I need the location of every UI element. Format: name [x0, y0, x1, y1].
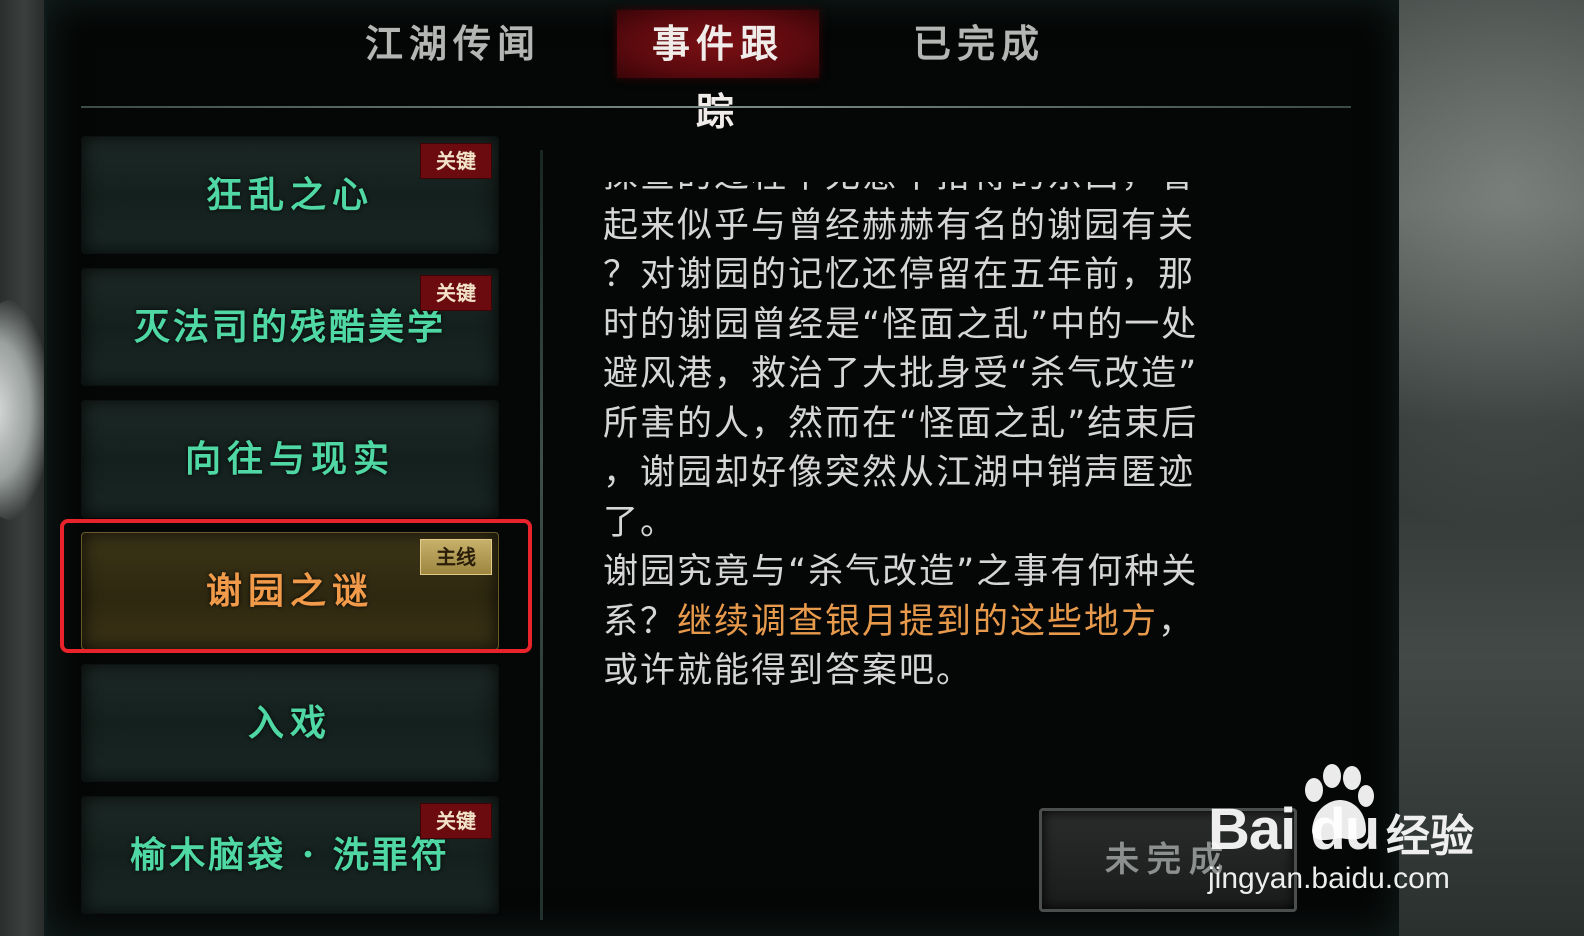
baidu-watermark: Bai du 经验 jingyan.baidu.com: [1200, 760, 1500, 900]
description-line: 谢园究竟与“杀气改造”之事有何种关: [603, 552, 1199, 592]
quest-item-xiangwang[interactable]: 向往与现实: [81, 400, 499, 518]
description-line: 或许就能得到答案吧。: [603, 651, 974, 691]
description-line: 系？继续调查银月提到的这些地方，: [603, 598, 1293, 648]
paw-icon: [1305, 764, 1374, 841]
tab-divider: [81, 106, 1351, 108]
description-line: ，谢园却好像突然从江湖中销声匿迹: [603, 453, 1196, 493]
tab-bar: 江湖传闻 事件跟踪 已完成: [47, 0, 1399, 134]
baidu-url-text: jingyan.baidu.com: [1208, 862, 1450, 895]
description-text: 系？: [603, 601, 678, 642]
tab-completed[interactable]: 已完成: [909, 10, 1049, 78]
key-tag: 关键: [420, 275, 492, 311]
description-line: 起来似乎与曾经赫赫有名的谢园有关: [603, 205, 1196, 246]
panel-divider: [540, 150, 543, 920]
description-line: 了。: [603, 502, 678, 543]
description-line: 探查的过程中无意中拾得的东西，看: [603, 182, 1293, 202]
description-line: 所害的人，然而在“怪面之乱”结束后: [603, 403, 1199, 444]
description-line: 时的谢园曾经是“怪面之乱”中的一处: [603, 304, 1199, 345]
description-line: 避风港，救治了大批身受“杀气改造”: [603, 354, 1199, 394]
tab-event-tracking[interactable]: 事件跟踪: [617, 10, 819, 134]
selection-highlight-frame: [60, 519, 532, 653]
quest-item-yumu[interactable]: 榆木脑袋 · 洗罪符 关键: [81, 796, 499, 914]
quest-log-panel: 江湖传闻 事件跟踪 已完成 狂乱之心 关键 灭法司的残酷美学 关键 向往与现实 …: [44, 0, 1399, 936]
description-line: ？对谢园的记忆还停留在五年前，那: [603, 255, 1196, 295]
quest-label: 入戏: [247, 702, 332, 744]
quest-label: 向往与现实: [184, 438, 395, 480]
quest-item-ruxi[interactable]: 入戏: [81, 664, 499, 782]
objective-hint-text: 继续调查银月提到的这些地方: [677, 601, 1159, 642]
quest-item-kuangluan[interactable]: 狂乱之心 关键: [81, 136, 499, 254]
description-text: ，: [1158, 601, 1196, 642]
key-tag: 关键: [420, 143, 492, 179]
quest-item-miefasi[interactable]: 灭法司的残酷美学 关键: [81, 268, 499, 386]
quest-description[interactable]: 探查的过程中无意中拾得的东西，看 起来似乎与曾经赫赫有名的谢园有关 ？对谢园的记…: [603, 182, 1293, 722]
tab-rumors[interactable]: 江湖传闻: [363, 10, 543, 78]
baidu-product-text: 经验: [1386, 811, 1474, 862]
key-tag: 关键: [420, 803, 492, 839]
